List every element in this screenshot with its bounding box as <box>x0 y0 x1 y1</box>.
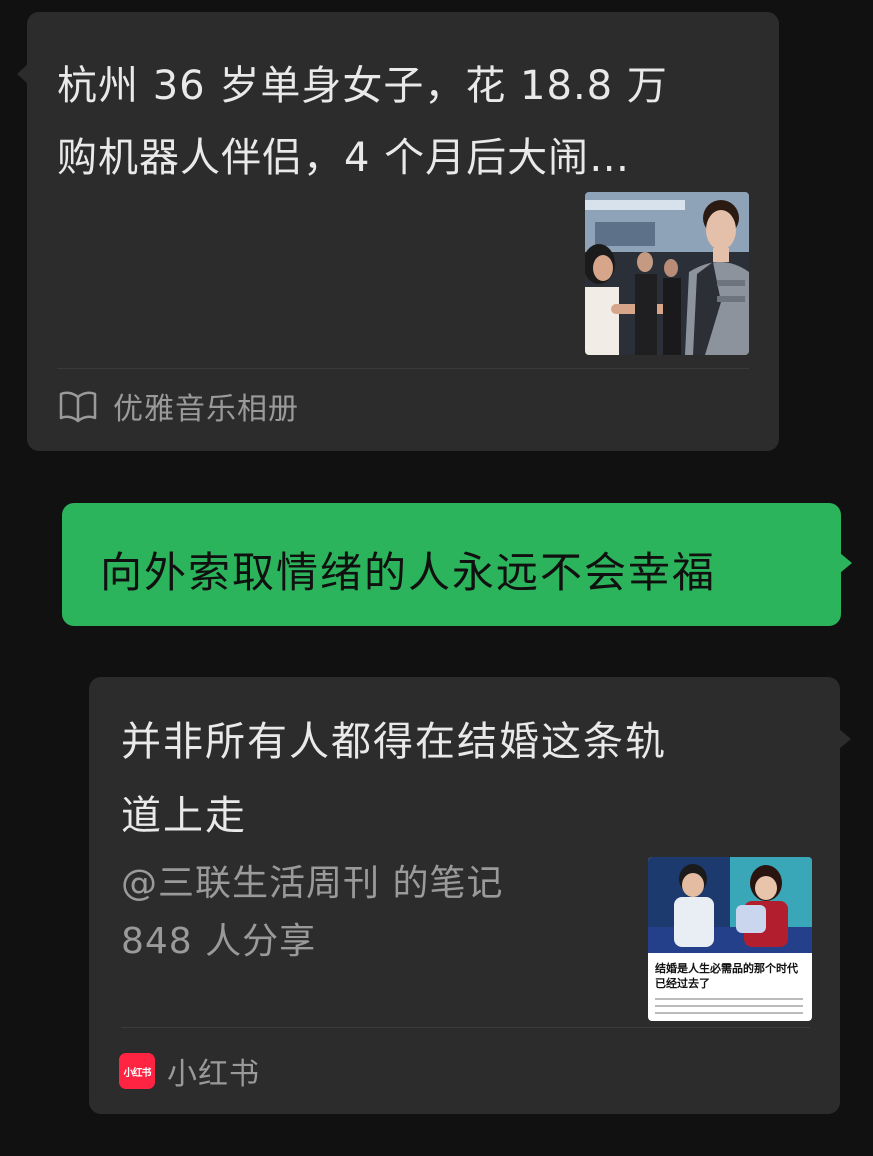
title-line: 杭州 36 岁单身女子，花 18.8 万 <box>57 63 668 109</box>
message-text: 向外索取情绪的人永远不会幸福 <box>100 548 717 597</box>
note-card-title: 并非所有人都得在结婚这条轨 道上走 <box>121 705 801 853</box>
couple-photo-icon <box>648 857 812 953</box>
outgoing-text-message[interactable]: 向外索取情绪的人永远不会幸福 <box>62 503 852 626</box>
link-card-message[interactable]: 杭州 36 岁单身女子，花 18.8 万 购机器人伴侣，4 个月后大闹… 优雅音… <box>17 12 779 451</box>
xiaohongshu-logo-icon: 小红书 <box>119 1053 155 1089</box>
headline-line: 已经过去了 <box>655 977 710 990</box>
thumbnail-headline: 结婚是人生必需品的那个时代 已经过去了 <box>655 961 805 991</box>
card-divider <box>57 368 749 369</box>
link-card-title: 杭州 36 岁单身女子，花 18.8 万 购机器人伴侣，4 个月后大闹… <box>57 50 757 194</box>
bubble-tail <box>839 729 851 749</box>
link-source: 优雅音乐相册 <box>59 384 299 428</box>
share-count: 848 人分享 <box>121 921 317 962</box>
bubble-tail <box>17 64 28 84</box>
source-label: 优雅音乐相册 <box>113 392 299 427</box>
open-book-icon <box>59 391 97 423</box>
title-line: 道上走 <box>121 793 247 839</box>
article-thumbnail[interactable] <box>585 192 749 355</box>
author-note: @三联生活周刊 的笔记 <box>121 863 504 904</box>
thumbnail-text-line <box>655 1005 803 1007</box>
title-line: 并非所有人都得在结婚这条轨 <box>121 719 667 765</box>
note-card-message[interactable]: 并非所有人都得在结婚这条轨 道上走 @三联生活周刊 的笔记 848 人分享 结婚… <box>89 677 851 1114</box>
title-line: 购机器人伴侣，4 个月后大闹… <box>57 135 631 181</box>
note-meta: @三联生活周刊 的笔记 848 人分享 <box>121 855 503 971</box>
bubble-tail <box>840 553 852 573</box>
note-source: 小红书 小红书 <box>119 1049 260 1093</box>
robot-photo-icon <box>585 192 749 355</box>
note-thumbnail[interactable]: 结婚是人生必需品的那个时代 已经过去了 <box>648 857 812 1021</box>
source-label: 小红书 <box>167 1057 260 1092</box>
card-divider <box>121 1027 810 1028</box>
thumbnail-text-line <box>655 1012 803 1014</box>
thumbnail-text-line <box>655 998 803 1000</box>
headline-line: 结婚是人生必需品的那个时代 <box>655 962 798 975</box>
